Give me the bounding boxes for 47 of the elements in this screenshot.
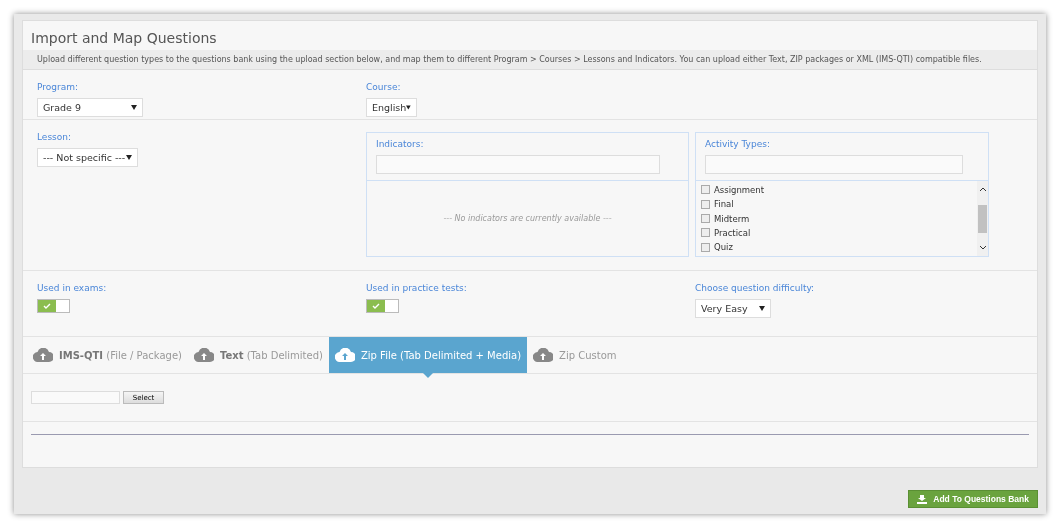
cloud-upload-icon xyxy=(33,348,53,362)
input-field[interactable] xyxy=(376,155,660,174)
toggle-switch[interactable] xyxy=(366,299,399,313)
lesson-select[interactable]: --- Not specific --- xyxy=(37,148,138,167)
description-text: Upload different question types to the questions bank using the upload section below, and map them to different Program > Courses > Lessons and Indicators. You can upload either Text, ZIP packages or XML (IMS-QTI) compatible files. xyxy=(23,50,1037,70)
checkbox[interactable] xyxy=(701,228,710,238)
cloud-upload-icon xyxy=(334,348,355,362)
checkbox[interactable] xyxy=(701,199,710,209)
toggle-switch[interactable] xyxy=(37,299,70,313)
caret-icon xyxy=(406,105,411,110)
caret-icon xyxy=(131,105,137,110)
program-select[interactable]: Grade 9 xyxy=(37,98,143,117)
field-label: Course: xyxy=(366,82,401,92)
input-field[interactable] xyxy=(705,155,963,174)
chevron-up-icon[interactable] xyxy=(978,187,987,192)
checkbox-label: Midterm xyxy=(714,213,750,224)
upload-tab[interactable]: IMS-QTI (File / Package) xyxy=(27,337,188,373)
course-select[interactable]: English xyxy=(366,98,417,117)
file-field[interactable] xyxy=(31,391,120,404)
check-icon xyxy=(43,303,51,309)
checkbox[interactable] xyxy=(701,242,710,252)
checkbox-label: Quiz xyxy=(714,242,733,253)
field-label: Used in exams: xyxy=(37,283,107,293)
check-icon xyxy=(372,303,380,309)
field-label: Indicators: xyxy=(376,139,425,149)
field-label: Activity Types: xyxy=(705,139,771,149)
checkbox[interactable] xyxy=(701,214,710,223)
field-label: Lesson: xyxy=(37,132,71,142)
page-title: Import and Map Questions xyxy=(30,29,218,48)
checkbox[interactable] xyxy=(701,185,710,195)
caret-icon xyxy=(759,306,765,311)
upload-tab[interactable]: Text (Tab Delimited) xyxy=(188,337,329,373)
checkbox-label: Practical xyxy=(714,227,751,238)
caret-icon xyxy=(126,155,132,160)
tab-pointer-icon xyxy=(423,373,433,378)
chevron-down-icon[interactable] xyxy=(978,245,987,250)
download-icon xyxy=(917,494,928,504)
field-label: Choose question difficulty: xyxy=(695,283,815,293)
empty-message: --- No indicators are currently available --- xyxy=(442,213,613,225)
checkbox-label: Assignment xyxy=(714,184,765,195)
field-label: Program: xyxy=(37,82,78,92)
cloud-upload-icon xyxy=(533,348,554,362)
cloud-upload-icon xyxy=(194,348,214,362)
checkbox-label: Final xyxy=(714,199,734,210)
difficulty-select[interactable]: Very Easy xyxy=(695,299,771,318)
field-label: Used in practice tests: xyxy=(366,283,467,293)
scrollbar[interactable] xyxy=(977,181,988,256)
